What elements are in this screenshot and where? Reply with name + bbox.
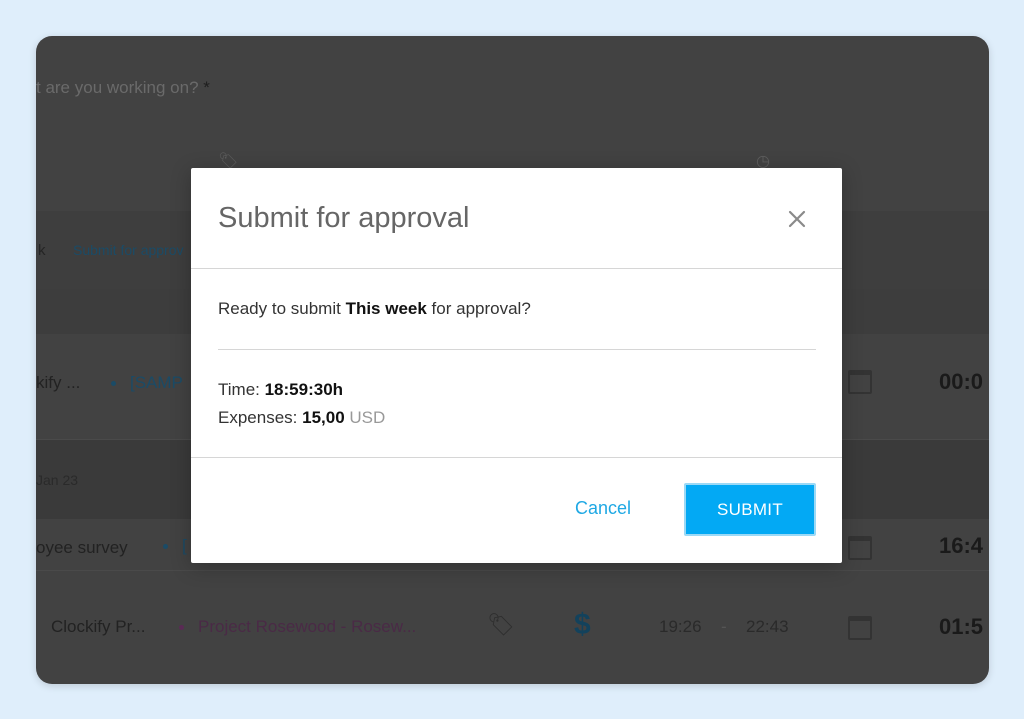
question-text: t are you working on? <box>36 78 199 97</box>
expenses-value: 15,00 <box>302 408 345 427</box>
expenses-label: Expenses: <box>218 408 303 427</box>
calendar-icon[interactable] <box>848 616 872 640</box>
task-question-label: t are you working on? * <box>36 78 210 98</box>
entry-1-description[interactable]: kify ... <box>36 373 80 393</box>
close-button[interactable] <box>783 205 811 233</box>
time-value: 18:59:30h <box>264 380 344 399</box>
confirm-question: Ready to submit This week for approval? <box>218 299 531 319</box>
entry-3-project[interactable]: Project Rosewood - Rosew... <box>179 617 416 637</box>
expenses-summary: Expenses: 15,00 USD <box>218 408 385 428</box>
submit-approval-dialog: Submit for approval Ready to submit This… <box>191 168 842 563</box>
expenses-currency: USD <box>349 408 386 427</box>
time-summary: Time: 18:59:30h <box>218 380 343 400</box>
cancel-button[interactable]: Cancel <box>575 498 631 519</box>
content-divider <box>218 349 816 350</box>
entry-3-end-time[interactable]: 22:43 <box>746 617 789 637</box>
entry-2-description[interactable]: oyee survey <box>36 538 128 558</box>
submit-approval-link[interactable]: Submit for approv <box>73 242 184 258</box>
row-divider <box>36 570 989 571</box>
question-suffix: for approval? <box>426 299 531 318</box>
calendar-icon[interactable] <box>848 370 872 394</box>
entry-3-description[interactable]: Clockify Pr... <box>51 617 145 637</box>
entry-2-project-label: [ <box>182 536 187 555</box>
project-dot-icon <box>179 625 184 631</box>
entry-3-project-label: Project Rosewood - Rosew... <box>198 617 417 636</box>
required-mark: * <box>203 78 210 97</box>
project-dot-icon <box>163 544 168 550</box>
header-divider <box>191 268 842 269</box>
tag-icon[interactable]: 🏷 <box>487 612 515 638</box>
entry-3-duration[interactable]: 01:5 <box>939 614 983 640</box>
time-separator: - <box>721 617 727 636</box>
entry-1-project[interactable]: [SAMP <box>111 373 183 393</box>
time-label: Time: <box>218 380 265 399</box>
dialog-title: Submit for approval <box>218 202 470 234</box>
entry-3-start-time[interactable]: 19:26 <box>659 617 702 637</box>
entry-2-duration[interactable]: 16:4 <box>939 533 983 559</box>
footer-divider <box>191 457 842 458</box>
calendar-icon[interactable] <box>848 536 872 560</box>
question-prefix: Ready to submit <box>218 299 346 318</box>
question-period: This week <box>345 299 427 318</box>
week-label: k <box>38 242 46 259</box>
entry-2-project[interactable]: [ <box>163 536 187 556</box>
date-group-label: Jan 23 <box>36 472 79 488</box>
entry-1-duration[interactable]: 00:0 <box>939 369 983 395</box>
billable-dollar-icon[interactable]: $ <box>574 608 591 642</box>
submit-button[interactable]: SUBMIT <box>684 483 816 536</box>
entry-1-project-label: [SAMP <box>130 373 183 392</box>
close-icon <box>788 210 806 228</box>
project-dot-icon <box>111 381 116 387</box>
